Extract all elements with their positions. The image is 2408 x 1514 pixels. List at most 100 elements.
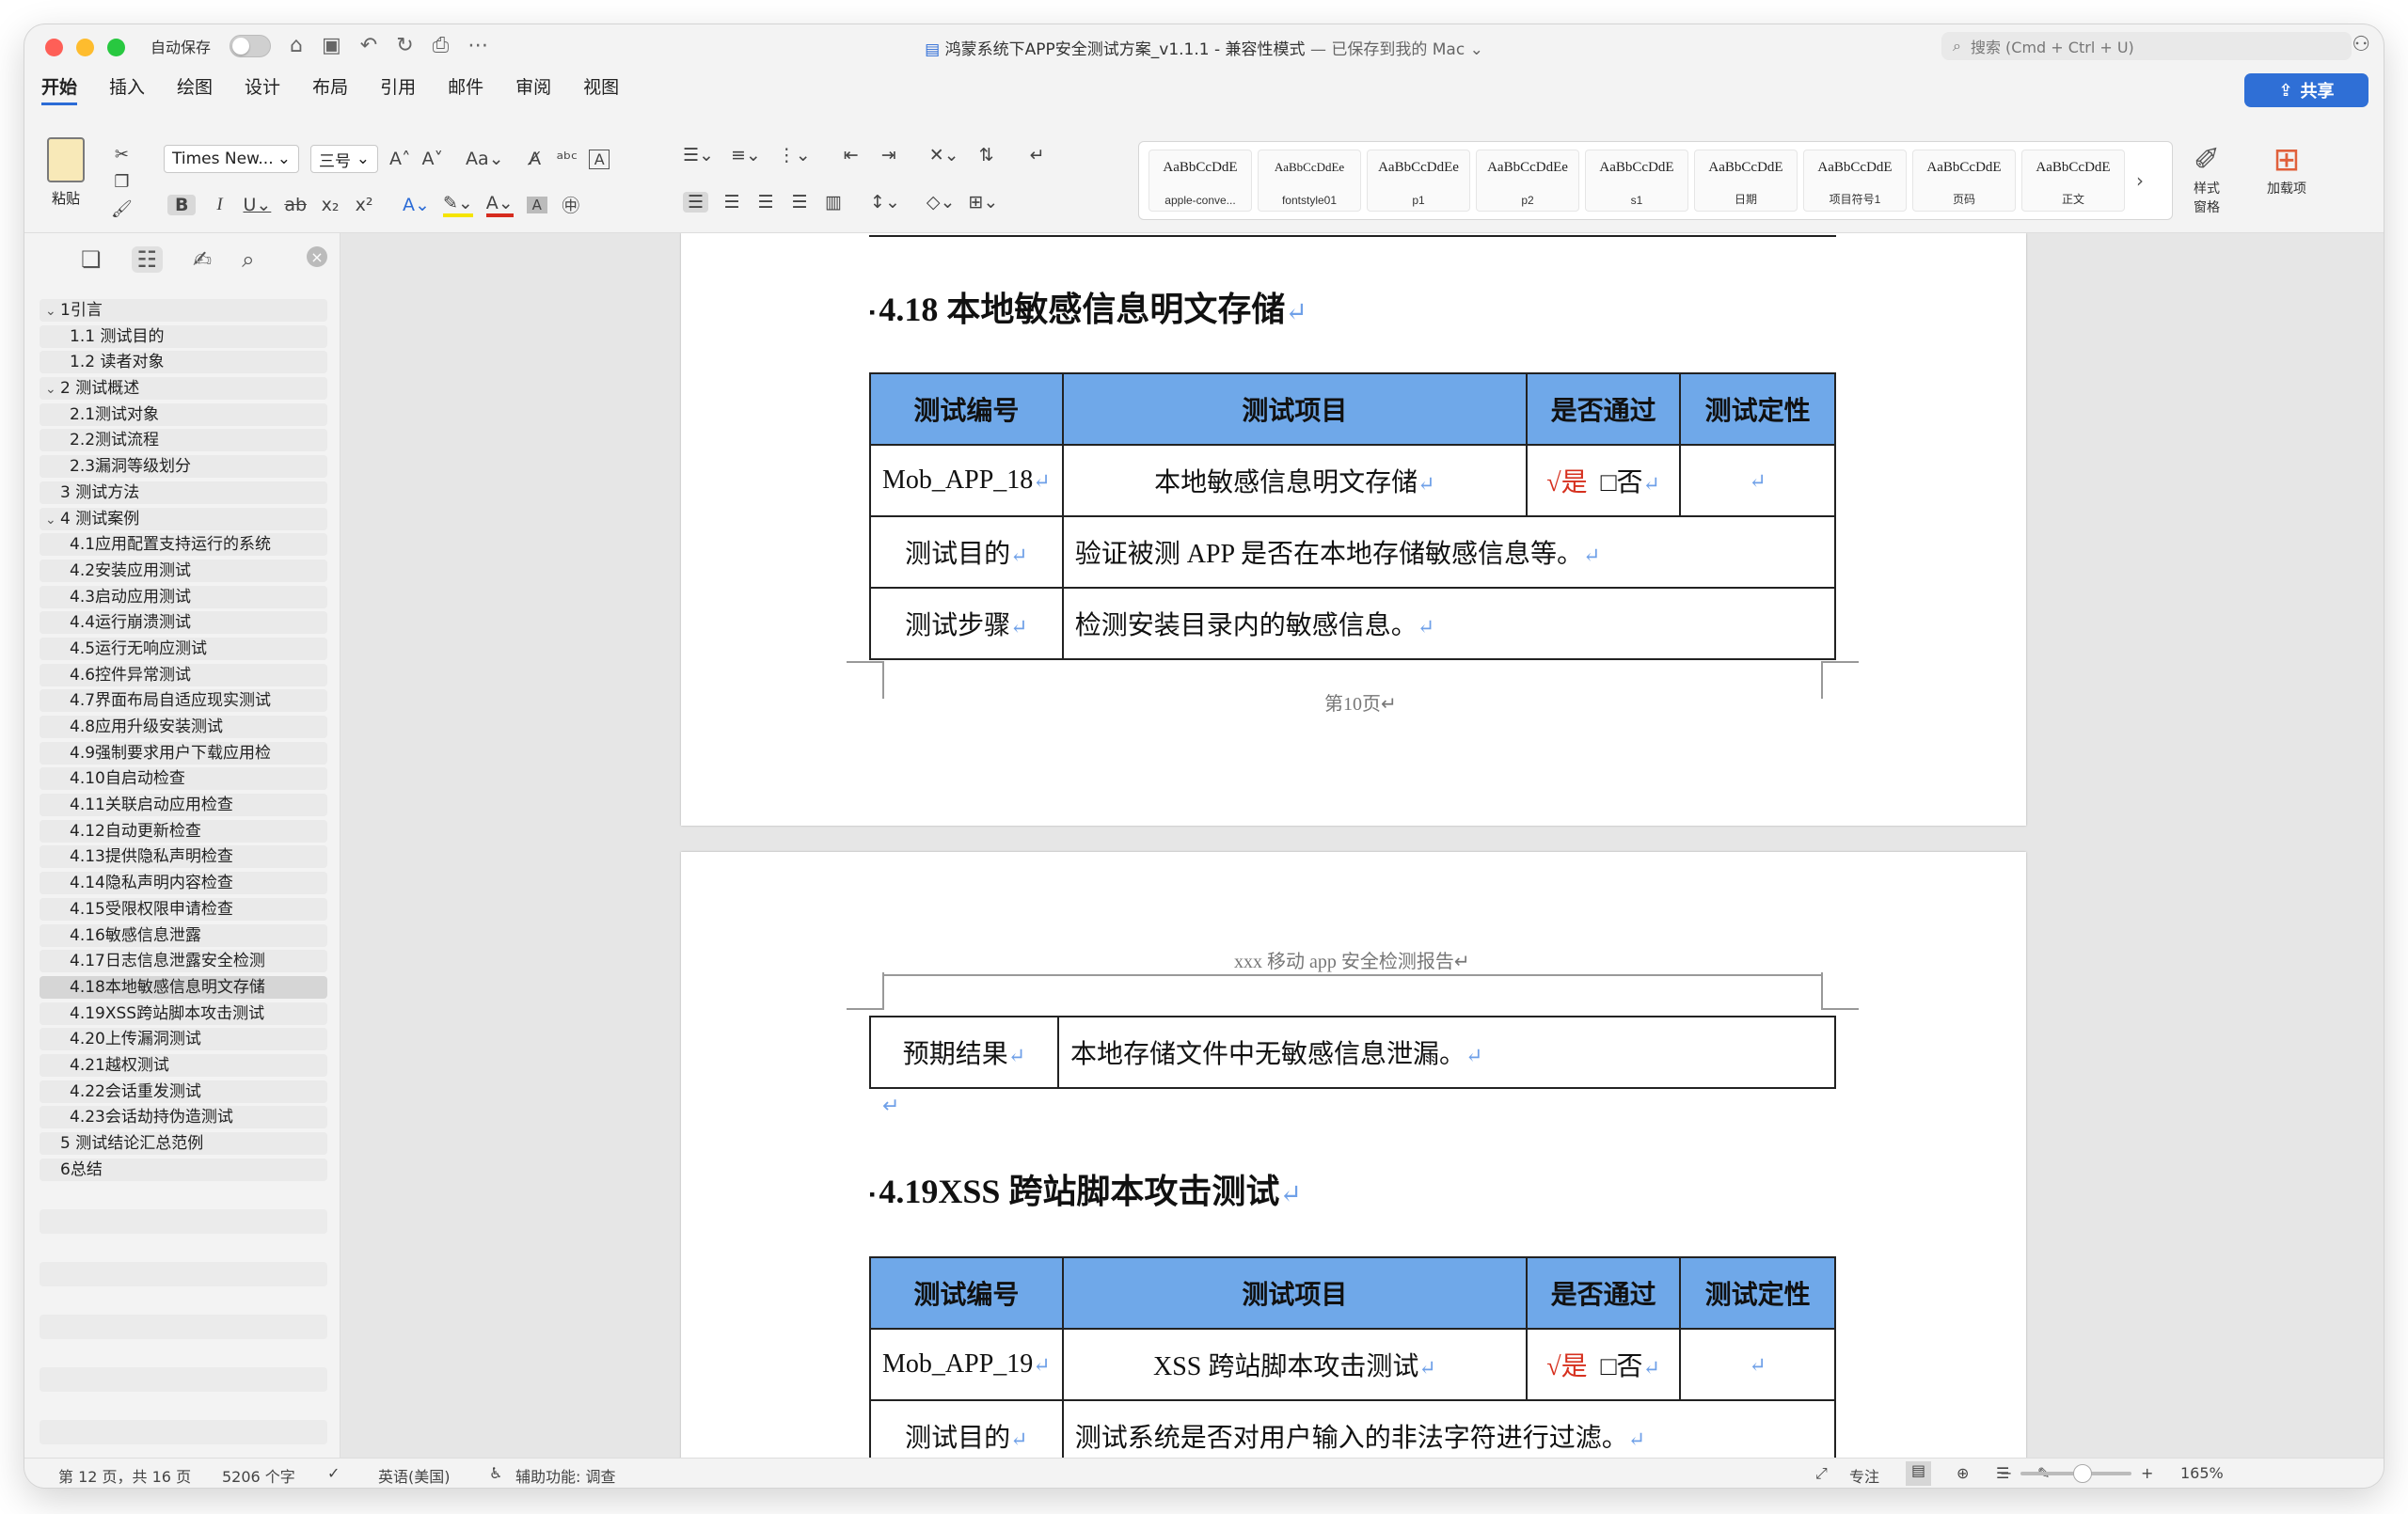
cell-type[interactable]: ↵ bbox=[1679, 1328, 1836, 1401]
font-size-select[interactable]: 三号 ⌄ bbox=[310, 145, 378, 173]
distributed-icon[interactable]: ▥ bbox=[823, 192, 844, 213]
checkbox-no[interactable]: □否 bbox=[1601, 1352, 1643, 1381]
outline-item[interactable]: ⌄ 2 测试概述 bbox=[40, 377, 327, 401]
word-count[interactable]: 5206 个字 bbox=[222, 1464, 295, 1487]
chevron-down-icon[interactable]: ⌄ bbox=[45, 509, 60, 530]
outline-icon[interactable]: ☷ bbox=[131, 246, 164, 273]
outline-item[interactable]: 4.18本地敏感信息明文存储 bbox=[40, 975, 327, 999]
outline-item[interactable]: 4.19XSS跨站脚本攻击测试 bbox=[40, 1001, 327, 1025]
outline-item[interactable]: 5 测试结论汇总范例 bbox=[40, 1132, 327, 1155]
tab-home[interactable]: 开始 bbox=[41, 73, 78, 105]
outline-item[interactable]: ⌄ 1引言 bbox=[40, 299, 327, 322]
tab-references[interactable]: 引用 bbox=[380, 73, 416, 105]
outline-item[interactable]: 4.17日志信息泄露安全检测 bbox=[40, 950, 327, 973]
zoom-plus-icon[interactable]: + bbox=[2141, 1464, 2153, 1482]
multilevel-list-icon[interactable]: ⋮⌄ bbox=[778, 145, 811, 166]
enclose-char-icon[interactable]: ㊥ bbox=[561, 192, 581, 217]
cell-expect[interactable]: 本地存储文件中无敏感信息泄漏。↵ bbox=[1057, 1016, 1836, 1089]
superscript-icon[interactable]: x² bbox=[354, 195, 374, 215]
search-icon[interactable]: ⌕ bbox=[242, 246, 254, 273]
italic-icon[interactable]: I bbox=[209, 195, 230, 215]
outline-item[interactable]: 4.5运行无响应测试 bbox=[40, 637, 327, 660]
show-marks-icon[interactable]: ↵ bbox=[1027, 145, 1048, 166]
thumbnails-icon[interactable]: ❏ bbox=[81, 246, 102, 273]
change-case-icon[interactable]: Aa⌄ bbox=[466, 149, 504, 169]
web-layout-icon[interactable]: ⊕ bbox=[1956, 1464, 1969, 1482]
cell-purpose[interactable]: 测试系统是否对用户输入的非法字符进行过滤。↵ bbox=[1061, 1399, 1837, 1458]
align-center-icon[interactable]: ☰ bbox=[721, 192, 742, 213]
cell-type[interactable]: ↵ bbox=[1679, 444, 1836, 517]
cell-test-id[interactable]: Mob_APP_19↵ bbox=[869, 1328, 1064, 1401]
tab-layout[interactable]: 布局 bbox=[312, 73, 348, 105]
chevron-down-icon[interactable]: ⌄ bbox=[1465, 40, 1483, 59]
header-cell-type[interactable]: 测试定性 bbox=[1679, 372, 1836, 446]
header-cell-type[interactable]: 测试定性 bbox=[1679, 1256, 1836, 1330]
print-layout-icon[interactable]: ▤ bbox=[1906, 1461, 1932, 1486]
shading-icon[interactable]: ◇⌄ bbox=[927, 192, 956, 213]
header-cell-id[interactable]: 测试编号 bbox=[869, 1256, 1064, 1330]
accessibility-status[interactable]: 辅助功能: 调查 bbox=[515, 1464, 615, 1487]
cell-label-steps[interactable]: 测试步骤↵ bbox=[869, 587, 1064, 660]
strikethrough-icon[interactable]: ab bbox=[284, 195, 307, 215]
bullets-icon[interactable]: ☰⌄ bbox=[683, 145, 714, 166]
outline-item[interactable]: 1.1 测试目的 bbox=[40, 324, 327, 348]
close-icon[interactable]: × bbox=[307, 246, 327, 267]
zoom-slider-handle[interactable] bbox=[2073, 1464, 2092, 1483]
styles-pane-button[interactable]: ✐ 样式 窗格 bbox=[2178, 141, 2235, 216]
outline-item[interactable]: 4.9强制要求用户下载应用检 bbox=[40, 741, 327, 765]
paste-button[interactable]: 粘贴 bbox=[40, 137, 92, 208]
checkbox-no[interactable]: □否 bbox=[1601, 468, 1643, 497]
proofing-icon[interactable]: ✓ bbox=[327, 1464, 340, 1482]
cell-label-purpose[interactable]: 测试目的↵ bbox=[869, 515, 1064, 589]
shrink-font-icon[interactable]: A˅ bbox=[422, 149, 444, 169]
justify-icon[interactable]: ☰ bbox=[789, 192, 810, 213]
outline-item[interactable]: 4.10自启动检查 bbox=[40, 767, 327, 791]
phonetic-guide-icon[interactable]: ᵃᵇᶜ bbox=[557, 149, 578, 169]
page-header[interactable]: xxx 移动 app 安全检测报告↵ bbox=[1234, 946, 1470, 973]
outline-item[interactable]: 2.2测试流程 bbox=[40, 429, 327, 452]
style-p2[interactable]: AaBbCcDdEe p2 bbox=[1476, 150, 1579, 212]
style-normal[interactable]: AaBbCcDdE 正文 bbox=[2021, 150, 2125, 212]
cell-test-item[interactable]: 本地敏感信息明文存储↵ bbox=[1061, 444, 1529, 517]
underline-icon[interactable]: U⌄ bbox=[243, 195, 271, 215]
outline-item[interactable]: 4.12自动更新检查 bbox=[40, 819, 327, 843]
edit-icon[interactable]: ✍ bbox=[193, 246, 212, 273]
align-left-icon[interactable]: ☰ bbox=[683, 192, 709, 213]
chevron-right-icon[interactable]: › bbox=[2136, 169, 2144, 192]
style-s1[interactable]: AaBbCcDdE s1 bbox=[1585, 150, 1688, 212]
header-cell-item[interactable]: 测试项目 bbox=[1061, 1256, 1529, 1330]
outline-item[interactable]: 4.14隐私声明内容检查 bbox=[40, 872, 327, 895]
sort-icon[interactable]: ⇅ bbox=[976, 145, 997, 166]
char-shading-icon[interactable]: A bbox=[526, 196, 547, 213]
outline-item[interactable]: 2.1测试对象 bbox=[40, 402, 327, 426]
checkbox-yes[interactable]: √是 bbox=[1546, 1352, 1587, 1381]
bold-icon[interactable]: B bbox=[167, 194, 197, 215]
cell-pass[interactable]: √是 □否↵ bbox=[1526, 444, 1682, 517]
borders-icon[interactable]: ⊞⌄ bbox=[968, 192, 998, 213]
grow-font-icon[interactable]: A˄ bbox=[389, 149, 411, 169]
numbering-icon[interactable]: ≡⌄ bbox=[731, 145, 761, 166]
style-p1[interactable]: AaBbCcDdEe p1 bbox=[1367, 150, 1470, 212]
font-name-select[interactable]: Times New... ⌄ bbox=[164, 145, 299, 173]
format-painter-icon[interactable]: 🖌 bbox=[111, 199, 133, 219]
style-bullet1[interactable]: AaBbCcDdE 项目符号1 bbox=[1803, 150, 1907, 212]
cell-test-id[interactable]: Mob_APP_18↵ bbox=[869, 444, 1064, 517]
cell-label-purpose[interactable]: 测试目的↵ bbox=[869, 1399, 1064, 1458]
outline-item[interactable]: 4.21越权测试 bbox=[40, 1053, 327, 1077]
header-cell-id[interactable]: 测试编号 bbox=[869, 372, 1064, 446]
page-footer[interactable]: 第10页↵ bbox=[1324, 688, 1397, 716]
outline-item[interactable]: 4.20上传漏洞测试 bbox=[40, 1028, 327, 1051]
outline-item[interactable]: 6总结 bbox=[40, 1158, 327, 1181]
cell-steps[interactable]: 检测安装目录内的敏感信息。↵ bbox=[1061, 587, 1837, 660]
outline-item[interactable]: 4.8应用升级安装测试 bbox=[40, 716, 327, 738]
accessibility-icon[interactable]: ♿ bbox=[489, 1464, 502, 1482]
outline-item[interactable]: 4.23会话劫持伪造测试 bbox=[40, 1106, 327, 1129]
outline-item[interactable]: 4.7界面布局自适应现实测试 bbox=[40, 689, 327, 713]
outline-item[interactable]: 4.6控件异常测试 bbox=[40, 663, 327, 686]
focus-mode[interactable]: 专注 bbox=[1849, 1464, 1879, 1487]
outline-item[interactable]: 4.22会话重发测试 bbox=[40, 1080, 327, 1103]
asian-layout-icon[interactable]: ✕⌄ bbox=[929, 145, 959, 166]
chevron-down-icon[interactable]: ⌄ bbox=[45, 300, 60, 322]
align-right-icon[interactable]: ☰ bbox=[755, 192, 776, 213]
checkbox-yes[interactable]: √是 bbox=[1546, 468, 1587, 497]
